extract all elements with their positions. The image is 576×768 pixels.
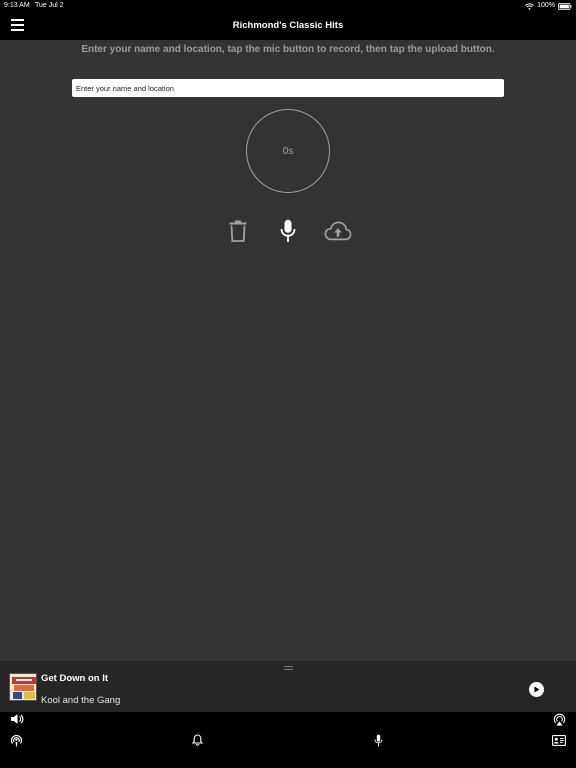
bell-icon[interactable] <box>190 733 204 747</box>
play-button[interactable] <box>529 682 544 697</box>
track-artist: Kool and the Gang <box>41 695 121 706</box>
microphone-icon <box>280 219 296 242</box>
now-playing-bar[interactable]: Get Down on It Kool and the Gang <box>0 661 576 712</box>
upload-button[interactable] <box>324 217 352 245</box>
speaker-icon[interactable] <box>10 712 24 726</box>
delete-button[interactable] <box>224 217 252 245</box>
timer-value: 0s <box>282 145 294 157</box>
status-bar: 9:13 AM Tue Jul 2 100% <box>0 0 576 12</box>
play-icon <box>534 686 540 693</box>
podcast-icon[interactable] <box>9 733 23 747</box>
battery-icon <box>558 2 572 10</box>
airplay-icon[interactable] <box>552 712 566 726</box>
recording-timer: 0s <box>246 109 330 193</box>
name-location-input[interactable] <box>72 79 504 97</box>
bottom-toolbar <box>0 712 576 768</box>
contact-card-icon[interactable] <box>552 733 566 747</box>
navigation-bar: Richmond's Classic Hits <box>0 12 576 40</box>
track-title: Get Down on It <box>41 673 109 684</box>
album-art <box>9 673 37 701</box>
instructions-text: Enter your name and location, tap the mi… <box>81 44 495 55</box>
microphone-icon[interactable] <box>371 733 385 747</box>
cloud-upload-icon <box>324 221 352 241</box>
status-time: 9:13 AM <box>4 2 30 9</box>
trash-icon <box>229 220 247 242</box>
page-title: Richmond's Classic Hits <box>232 20 344 31</box>
wifi-icon <box>525 2 534 10</box>
record-mic-button[interactable] <box>274 217 302 245</box>
status-indicators: 100% <box>525 0 572 12</box>
hamburger-menu-icon[interactable] <box>11 19 24 33</box>
status-date: Tue Jul 2 <box>35 2 64 9</box>
battery-percent: 100% <box>537 2 555 9</box>
drag-handle[interactable] <box>284 666 293 670</box>
